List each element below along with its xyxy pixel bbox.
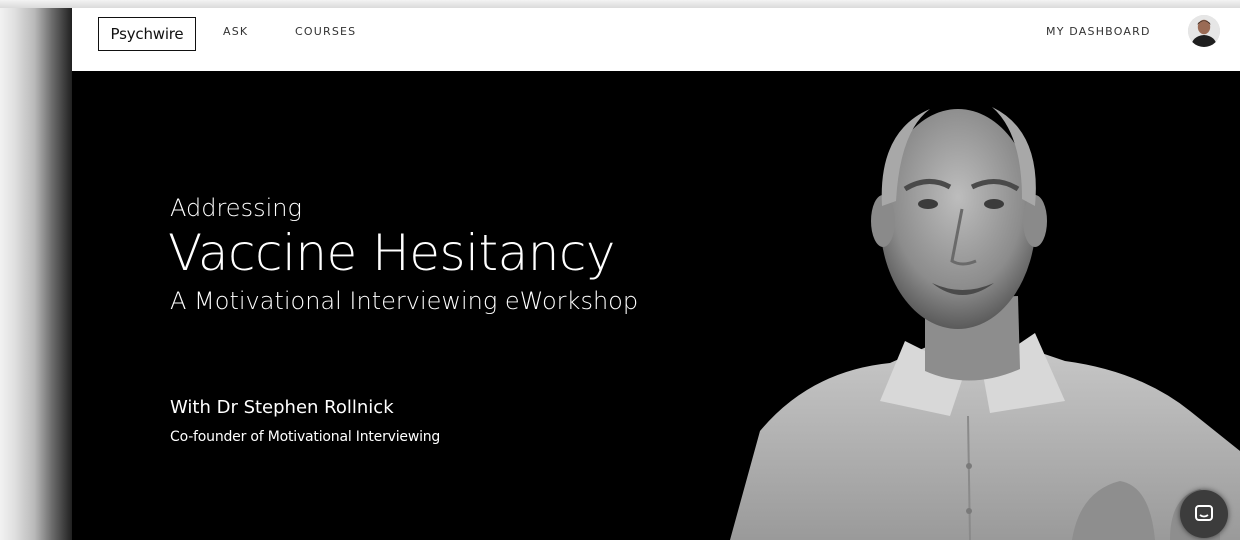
chat-launcher-button[interactable] [1180,490,1228,538]
window-shadow-edge [0,0,72,540]
window-top-edge [0,0,1240,8]
hero-subtitle: A Motivational Interviewing eWorkshop [170,287,639,315]
browser-page: Psychwire ASK COURSES MY DASHBOARD Addre… [72,8,1240,540]
hero-kicker: Addressing [170,194,302,222]
hero-banner: Addressing Vaccine Hesitancy A Motivatio… [72,71,1240,540]
presenter-photo [700,71,1240,540]
presenter-role: Co-founder of Motivational Interviewing [170,429,441,445]
nav-link-courses[interactable]: COURSES [295,25,356,38]
chat-icon [1195,505,1213,521]
top-navbar: Psychwire ASK COURSES MY DASHBOARD [72,8,1240,71]
user-avatar[interactable] [1188,15,1220,47]
hero-title: Vaccine Hesitancy [168,224,616,282]
psychwire-logo[interactable]: Psychwire [98,17,196,51]
nav-link-my-dashboard[interactable]: MY DASHBOARD [1046,25,1151,38]
user-avatar-icon [1188,15,1220,47]
presenter-name: With Dr Stephen Rollnick [170,397,394,418]
nav-link-ask[interactable]: ASK [223,25,248,38]
